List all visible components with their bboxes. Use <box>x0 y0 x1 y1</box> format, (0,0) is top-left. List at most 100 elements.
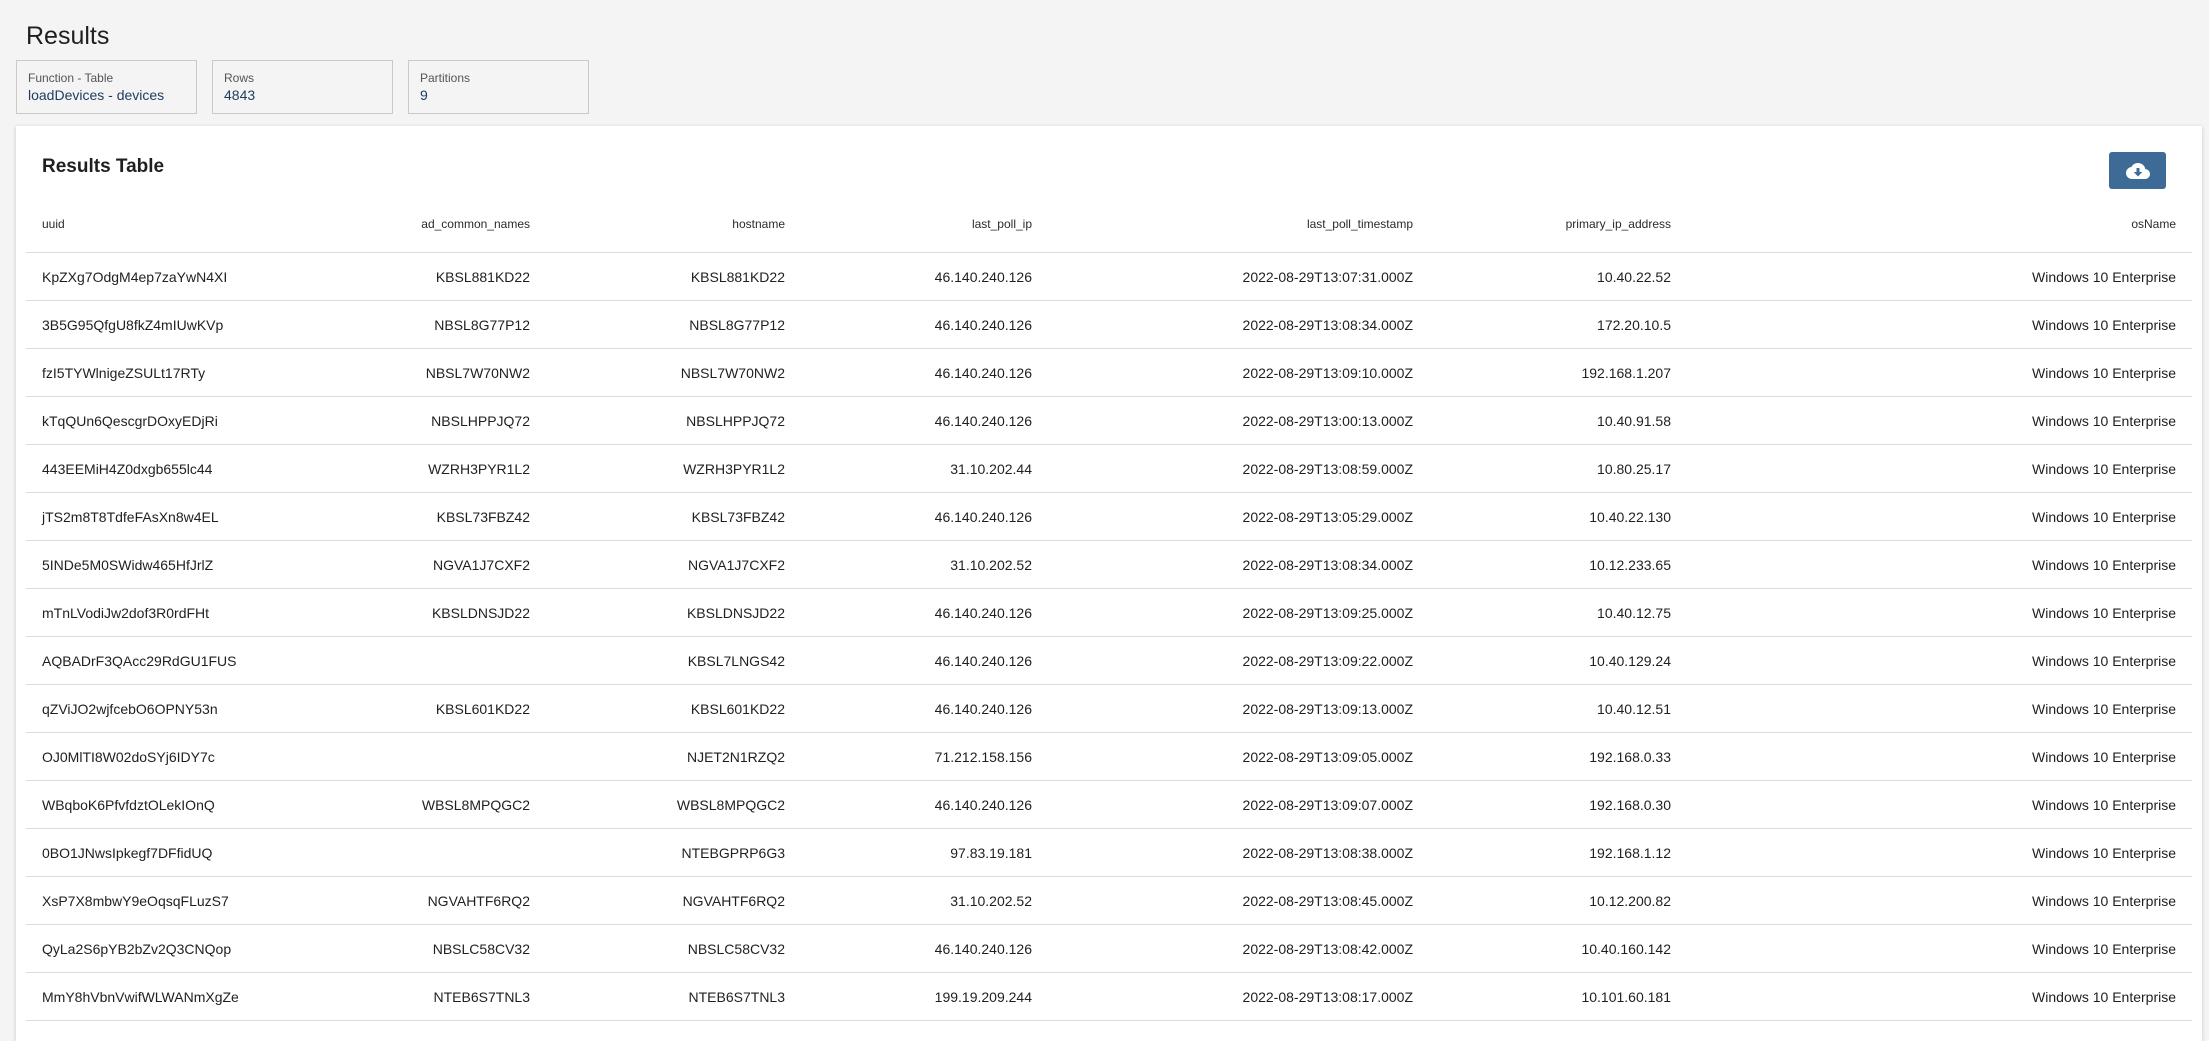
cell-last-poll-timestamp: 2022-08-29T13:08:42.000Z <box>1048 924 1429 973</box>
column-header-last-poll-timestamp[interactable]: last_poll_timestamp <box>1048 196 1429 253</box>
column-header-os-name[interactable]: osName <box>1687 196 2192 253</box>
cell-primary-ip-address: 10.12.200.82 <box>1429 876 1687 925</box>
cell-last-poll-ip: 199.19.209.244 <box>801 972 1048 1021</box>
table-row[interactable]: OJ0MlTI8W02doSYj6IDY7c NJET2N1RZQ2 71.212.… <box>26 732 2192 781</box>
cell-ad-common-names: WZRH3PYR1L2 <box>293 444 546 493</box>
table-row[interactable]: MmY8hVbnVwifWLWANmXgZe NTEB6S7TNL3 NTEB6S7… <box>26 972 2192 1021</box>
cell-hostname: NJET2N1RZQ2 <box>546 732 801 781</box>
table-header-row: uuid ad_common_names hostname last_poll_… <box>26 196 2192 253</box>
cell-os-name: Windows 10 Enterprise <box>1687 732 2192 781</box>
cell-ad-common-names: KBSL881KD22 <box>293 252 546 301</box>
table-row[interactable]: 5INDe5M0SWidw465HfJrlZ NGVA1J7CXF2 NGVA1J7… <box>26 540 2192 589</box>
cell-primary-ip-address: 172.20.10.5 <box>1429 300 1687 349</box>
cell-os-name: Windows 10 Enterprise <box>1687 972 2192 1021</box>
cell-uuid: jTS2m8T8TdfeFAsXn8w4EL <box>26 492 293 541</box>
cell-last-poll-timestamp: 2022-08-29T13:08:34.000Z <box>1048 300 1429 349</box>
table-row[interactable]: kTqQUn6QescgrDOxyEDjRi NBSLHPPJQ72 NBSLHPP… <box>26 396 2192 445</box>
cell-uuid: AQBADrF3QAcc29RdGU1FUS <box>26 636 293 685</box>
cell-os-name: Windows 10 Enterprise <box>1687 252 2192 301</box>
cell-primary-ip-address: 10.12.233.65 <box>1429 540 1687 589</box>
cell-last-poll-timestamp: 2022-08-29T13:00:13.000Z <box>1048 396 1429 445</box>
cell-primary-ip-address: 10.101.60.181 <box>1429 972 1687 1021</box>
page-title: Results <box>26 22 110 50</box>
cell-uuid: qZViJO2wjfcebO6OPNY53n <box>26 684 293 733</box>
cell-last-poll-ip: 31.10.202.52 <box>801 876 1048 925</box>
cell-uuid: WBqboK6PfvfdztOLekIOnQ <box>26 780 293 829</box>
cell-os-name: Windows 10 Enterprise <box>1687 300 2192 349</box>
cell-uuid: fzI5TYWlnigeZSULt17RTy <box>26 348 293 397</box>
stat-value: 9 <box>420 87 428 103</box>
cell-os-name: Windows 10 Enterprise <box>1687 444 2192 493</box>
cell-hostname: NBSLC58CV32 <box>546 924 801 973</box>
cell-ad-common-names: NTEB6S7TNL3 <box>293 972 546 1021</box>
cell-last-poll-ip: 46.140.240.126 <box>801 396 1048 445</box>
cell-uuid: MmY8hVbnVwifWLWANmXgZe <box>26 972 293 1021</box>
cell-last-poll-timestamp: 2022-08-29T13:08:17.000Z <box>1048 972 1429 1021</box>
column-header-primary-ip-address[interactable]: primary_ip_address <box>1429 196 1687 253</box>
cloud-download-icon <box>2125 162 2150 179</box>
cell-ad-common-names: NBSL8G77P12 <box>293 300 546 349</box>
cell-hostname: NBSLHPPJQ72 <box>546 396 801 445</box>
cell-primary-ip-address: 10.40.160.142 <box>1429 924 1687 973</box>
cell-ad-common-names <box>293 732 546 781</box>
table-row[interactable]: XsP7X8mbwY9eOqsqFLuzS7 NGVAHTF6RQ2 NGVAHTF… <box>26 876 2192 925</box>
download-button[interactable] <box>2109 152 2166 189</box>
column-header-last-poll-ip[interactable]: last_poll_ip <box>801 196 1048 253</box>
cell-hostname: NTEB6S7TNL3 <box>546 972 801 1021</box>
stat-label: Partitions <box>420 71 471 85</box>
cell-primary-ip-address: 10.40.91.58 <box>1429 396 1687 445</box>
table-row[interactable]: 443EEMiH4Z0dxgb655lc44 WZRH3PYR1L2 WZRH3PY… <box>26 444 2192 493</box>
column-header-uuid[interactable]: uuid <box>26 196 293 253</box>
stat-label: Rows <box>224 71 255 85</box>
cell-ad-common-names: KBSL601KD22 <box>293 684 546 733</box>
cell-last-poll-timestamp: 2022-08-29T13:09:22.000Z <box>1048 636 1429 685</box>
cell-hostname: NGVA1J7CXF2 <box>546 540 801 589</box>
cell-ad-common-names: NGVAHTF6RQ2 <box>293 876 546 925</box>
table-row[interactable]: fzI5TYWlnigeZSULt17RTy NBSL7W70NW2 NBSL7W7… <box>26 348 2192 397</box>
table-row[interactable]: mTnLVodiJw2dof3R0rdFHt KBSLDNSJD22 KBSLDNS… <box>26 588 2192 637</box>
table-row[interactable]: QyLa2S6pYB2bZv2Q3CNQop NBSLC58CV32 NBSLC58… <box>26 924 2192 973</box>
cell-hostname: NBSL7W70NW2 <box>546 348 801 397</box>
table-row[interactable]: jTS2m8T8TdfeFAsXn8w4EL KBSL73FBZ42 KBSL73F… <box>26 492 2192 541</box>
cell-uuid: 443EEMiH4Z0dxgb655lc44 <box>26 444 293 493</box>
table-row[interactable]: 0BO1JNwsIpkegf7DFfidUQ NTEBGPRP6G3 97.83.1… <box>26 828 2192 877</box>
cell-last-poll-timestamp: 2022-08-29T13:09:07.000Z <box>1048 780 1429 829</box>
cell-last-poll-ip: 71.212.158.156 <box>801 732 1048 781</box>
cell-last-poll-timestamp: 2022-08-29T13:09:10.000Z <box>1048 348 1429 397</box>
results-table-title: Results Table <box>42 156 165 177</box>
cell-os-name: Windows 10 Enterprise <box>1687 396 2192 445</box>
cell-ad-common-names: NBSLHPPJQ72 <box>293 396 546 445</box>
cell-last-poll-timestamp: 2022-08-29T13:09:25.000Z <box>1048 588 1429 637</box>
cell-primary-ip-address: 10.40.12.51 <box>1429 684 1687 733</box>
cell-uuid: QyLa2S6pYB2bZv2Q3CNQop <box>26 924 293 973</box>
column-header-ad-common-names[interactable]: ad_common_names <box>293 196 546 253</box>
cell-uuid: 5INDe5M0SWidw465HfJrlZ <box>26 540 293 589</box>
cell-last-poll-timestamp: 2022-08-29T13:08:59.000Z <box>1048 444 1429 493</box>
table-row[interactable]: WBqboK6PfvfdztOLekIOnQ WBSL8MPQGC2 WBSL8MP… <box>26 780 2192 829</box>
cell-hostname: KBSL881KD22 <box>546 252 801 301</box>
cell-hostname: WBSL8MPQGC2 <box>546 780 801 829</box>
cell-last-poll-ip: 46.140.240.126 <box>801 492 1048 541</box>
table-row[interactable]: AQBADrF3QAcc29RdGU1FUS KBSL7LNGS42 46.140.… <box>26 636 2192 685</box>
cell-os-name: Windows 10 Enterprise <box>1687 636 2192 685</box>
cell-hostname: WZRH3PYR1L2 <box>546 444 801 493</box>
table-row[interactable]: 3B5G95QfgU8fkZ4mIUwKVp NBSL8G77P12 NBSL8G7… <box>26 300 2192 349</box>
cell-uuid: OJ0MlTI8W02doSYj6IDY7c <box>26 732 293 781</box>
cell-hostname: KBSL7LNGS42 <box>546 636 801 685</box>
cell-hostname: NTEBGPRP6G3 <box>546 828 801 877</box>
column-header-hostname[interactable]: hostname <box>546 196 801 253</box>
cell-last-poll-timestamp: 2022-08-29T13:09:13.000Z <box>1048 684 1429 733</box>
stats-bar: Function - Table loadDevices - devices R… <box>16 60 589 114</box>
cell-ad-common-names: NGVA1J7CXF2 <box>293 540 546 589</box>
cell-hostname: KBSL601KD22 <box>546 684 801 733</box>
table-row[interactable]: qZViJO2wjfcebO6OPNY53n KBSL601KD22 KBSL601… <box>26 684 2192 733</box>
results-table: uuid ad_common_names hostname last_poll_… <box>26 196 2192 1021</box>
cell-last-poll-timestamp: 2022-08-29T13:05:29.000Z <box>1048 492 1429 541</box>
cell-primary-ip-address: 192.168.0.30 <box>1429 780 1687 829</box>
cell-uuid: kTqQUn6QescgrDOxyEDjRi <box>26 396 293 445</box>
cell-last-poll-ip: 31.10.202.52 <box>801 540 1048 589</box>
cell-uuid: KpZXg7OdgM4ep7zaYwN4XI <box>26 252 293 301</box>
cell-os-name: Windows 10 Enterprise <box>1687 684 2192 733</box>
table-row[interactable]: KpZXg7OdgM4ep7zaYwN4XI KBSL881KD22 KBSL881… <box>26 252 2192 301</box>
cell-primary-ip-address: 192.168.1.207 <box>1429 348 1687 397</box>
